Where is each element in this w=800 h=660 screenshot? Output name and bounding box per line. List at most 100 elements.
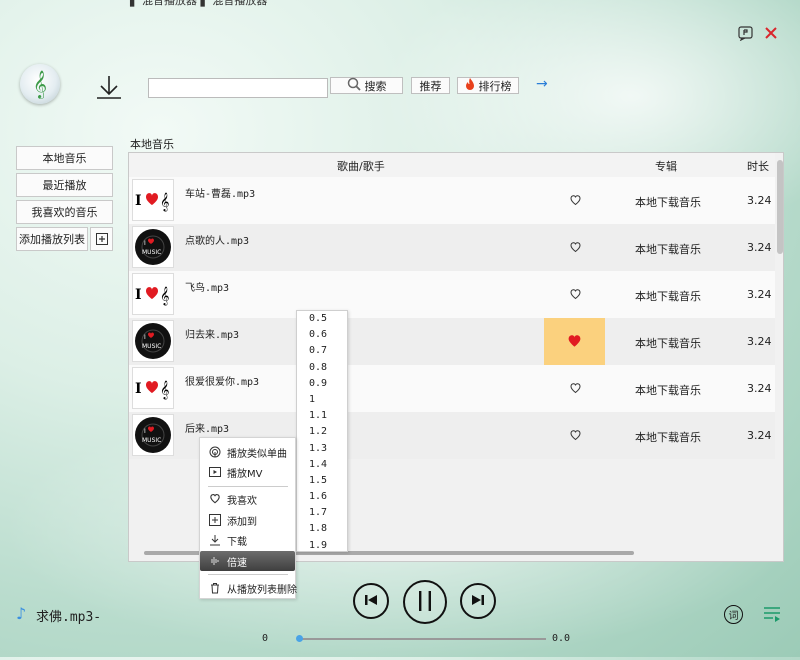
previous-icon [364, 593, 378, 610]
sidebar-item-local-music[interactable]: 本地音乐 [16, 146, 113, 170]
song-title: 点歌的人.mp3 [185, 236, 250, 247]
speed-option[interactable]: 0.6 [297, 327, 347, 343]
menu-item-like[interactable]: 我喜欢 [200, 489, 297, 509]
sidebar-item-label: 本地音乐 [42, 152, 87, 165]
song-title: 车站-曹磊.mp3 [185, 189, 256, 200]
add-playlist-button[interactable]: 添加播放列表 [16, 227, 88, 251]
menu-item-label: 下载 [227, 536, 247, 548]
duration-cell: 3.24 [747, 335, 772, 348]
search-button-label: 搜索 [364, 79, 387, 93]
progress-knob[interactable] [296, 635, 303, 642]
svg-text:MUSIC: MUSIC [142, 343, 161, 350]
svg-text:𝄞: 𝄞 [160, 192, 169, 212]
duration-cell: 3.24 [747, 382, 772, 395]
table-row[interactable]: I MUSIC 点歌的人.mp3 本地下载音乐 3.24 [129, 224, 775, 271]
music-disc-icon: I MUSIC [132, 320, 174, 362]
i-love-music-icon: I 𝄞 [132, 367, 174, 409]
duration-cell: 3.24 [747, 429, 772, 442]
speed-option[interactable]: 1.5 [297, 473, 347, 489]
clipped-title-text: ▌ 混音播放器 ▌ 混音播放器 [130, 0, 268, 7]
search-input[interactable] [148, 78, 328, 98]
menu-item-play-similar[interactable]: 播放类似单曲 [200, 442, 297, 462]
album-cell: 本地下载音乐 [635, 337, 701, 350]
table-row[interactable]: I 𝄞 很爱很爱你.mp3 本地下载音乐 3.24 [129, 365, 775, 412]
svg-text:I: I [135, 287, 142, 303]
menu-item-play-mv[interactable]: 播放MV [200, 462, 297, 482]
sidebar-item-favorites[interactable]: 我喜欢的音乐 [16, 200, 113, 224]
search-icon [347, 77, 361, 94]
pause-button[interactable] [403, 580, 447, 624]
duration-cell: 3.24 [747, 241, 772, 254]
menu-item-label: 添加到 [227, 516, 257, 528]
pause-icon [416, 590, 434, 615]
speed-option[interactable]: 1.4 [297, 457, 347, 473]
menu-item-label: 播放类似单曲 [227, 448, 287, 460]
menu-item-label: 从播放列表删除 [227, 584, 297, 596]
speed-option[interactable]: 1.8 [297, 521, 347, 537]
previous-button[interactable] [353, 583, 389, 619]
speed-option[interactable]: 1.2 [297, 424, 347, 440]
album-cell: 本地下载音乐 [635, 384, 701, 397]
svg-text:MUSIC: MUSIC [142, 249, 161, 256]
menu-item-download[interactable]: 下载 [200, 530, 297, 550]
context-menu: 播放类似单曲 播放MV 我喜欢 添加到 下载 倍速 从播放列表删除 [199, 437, 297, 599]
song-title: 归去来.mp3 [185, 330, 240, 341]
download-icon [208, 533, 222, 547]
recommend-button[interactable]: 推荐 [411, 77, 450, 94]
heart-icon [208, 492, 222, 506]
heart-outline-icon[interactable] [569, 194, 582, 207]
svg-text:I: I [144, 334, 146, 341]
chart-button[interactable]: 排行榜 [457, 77, 519, 94]
menu-item-speed[interactable]: 倍速 [200, 551, 295, 571]
skin-icon[interactable] [736, 24, 754, 42]
waveform-icon [208, 554, 222, 568]
menu-item-label: 播放MV [227, 468, 263, 480]
table-row[interactable]: I 𝄞 车站-曹磊.mp3 本地下载音乐 3.24 [129, 177, 775, 224]
album-cell: 本地下载音乐 [635, 431, 701, 444]
menu-item-remove[interactable]: 从播放列表删除 [200, 578, 297, 598]
heart-outline-icon[interactable] [569, 429, 582, 442]
speed-option[interactable]: 1.9 [297, 538, 347, 554]
download-icon[interactable] [94, 72, 124, 102]
column-album: 专辑 [655, 160, 677, 173]
table-row[interactable]: I 𝄞 飞鸟.mp3 本地下载音乐 3.24 [129, 271, 775, 318]
menu-item-add-to[interactable]: 添加到 [200, 510, 297, 530]
speed-option[interactable]: 1 [297, 392, 347, 408]
speed-option[interactable]: 1.7 [297, 505, 347, 521]
menu-item-label: 倍速 [227, 557, 247, 569]
search-button[interactable]: 搜索 [330, 77, 403, 94]
speed-option[interactable]: 0.5 [297, 311, 347, 327]
speed-option[interactable]: 0.7 [297, 343, 347, 359]
playlist-icon[interactable] [762, 604, 782, 624]
next-button[interactable] [460, 583, 496, 619]
plus-box-icon [208, 513, 222, 527]
sidebar-item-recent[interactable]: 最近播放 [16, 173, 113, 197]
menu-divider [208, 574, 288, 575]
song-title: 很爱很爱你.mp3 [185, 377, 260, 388]
i-love-music-icon: I 𝄞 [132, 179, 174, 221]
heart-outline-icon[interactable] [569, 241, 582, 254]
heart-filled-icon[interactable] [566, 333, 583, 350]
close-icon[interactable] [762, 24, 780, 42]
plus-box-icon[interactable] [90, 227, 113, 251]
speed-menu: 0.5 0.6 0.7 0.8 0.9 1 1.1 1.2 1.3 1.4 1.… [296, 310, 348, 552]
speed-option[interactable]: 0.9 [297, 376, 347, 392]
now-playing-title: 求佛.mp3- [36, 610, 102, 625]
forward-arrow-icon[interactable]: → [536, 76, 548, 92]
speed-option[interactable]: 1.1 [297, 408, 347, 424]
svg-text:I: I [135, 381, 142, 397]
speed-option[interactable]: 1.6 [297, 489, 347, 505]
svg-text:MUSIC: MUSIC [142, 437, 161, 444]
progress-bar[interactable] [298, 638, 546, 640]
speed-option[interactable]: 0.8 [297, 360, 347, 376]
heart-outline-icon[interactable] [569, 382, 582, 395]
album-cell: 本地下载音乐 [635, 243, 701, 256]
duration-cell: 3.24 [747, 288, 772, 301]
vertical-scrollbar[interactable] [777, 160, 783, 254]
table-row[interactable]: I MUSIC 归去来.mp3 本地下载音乐 3.24 [129, 318, 775, 365]
heart-outline-icon[interactable] [569, 288, 582, 301]
album-cell: 本地下载音乐 [635, 196, 701, 209]
chart-button-label: 排行榜 [478, 79, 512, 93]
lyrics-button[interactable]: 词 [724, 605, 743, 624]
speed-option[interactable]: 1.3 [297, 441, 347, 457]
